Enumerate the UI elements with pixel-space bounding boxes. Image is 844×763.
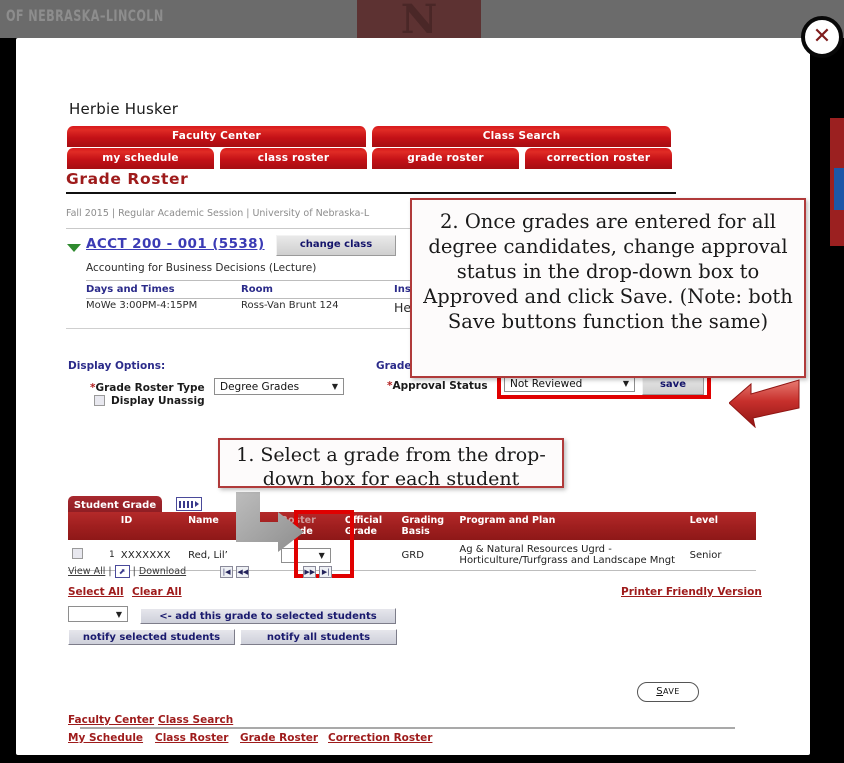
tab-faculty-center[interactable]: Faculty Center: [66, 126, 367, 147]
close-x-glyph: ✕: [812, 24, 832, 49]
clear-all-link[interactable]: Clear All: [132, 586, 182, 598]
col-room: Room: [241, 284, 273, 295]
row-select-checkbox[interactable]: [72, 548, 83, 559]
grid-view-icon[interactable]: [176, 497, 202, 511]
grade-roster-type-label-text: Grade Roster Type: [95, 382, 205, 394]
first-page-icon[interactable]: |◀: [220, 565, 234, 578]
value-days-and-times: MoWe 3:00PM-4:15PM: [86, 300, 198, 311]
last-page-icon[interactable]: ▶|: [319, 565, 333, 578]
pager-sep-1: |: [108, 566, 112, 577]
table-header-row: ID Name Roster Grade Official Grade Grad…: [68, 512, 756, 540]
tab-my-schedule[interactable]: my schedule: [66, 148, 215, 169]
save-rest: AVE: [663, 687, 680, 696]
chevron-down-icon: ▼: [331, 382, 339, 391]
background-right-blue-strip: [834, 168, 844, 210]
row-level: Senior: [685, 540, 756, 571]
footer-link-correction-roster[interactable]: Correction Roster: [328, 732, 432, 744]
tab-class-search[interactable]: Class Search: [371, 126, 672, 147]
save-accesskey: S: [656, 686, 664, 697]
nebraska-n-logo: N: [357, 0, 481, 43]
row-program-and-plan: Ag & Natural Resources Ugrd - Horticultu…: [455, 540, 686, 571]
grade-roster-type-value: Degree Grades: [220, 380, 300, 393]
breadcrumb: Fall 2015 | Regular Academic Session | U…: [66, 208, 370, 219]
download-link[interactable]: Download: [139, 566, 186, 577]
close-icon[interactable]: ✕: [801, 16, 843, 58]
class-link[interactable]: ACCT 200 - 001 (5538): [86, 236, 265, 252]
modal-content: Herbie Husker Faculty Center Class Searc…: [36, 60, 806, 750]
next-page-icon[interactable]: ▶▶: [303, 565, 317, 578]
footer-link-grade-roster[interactable]: Grade Roster: [240, 732, 318, 744]
value-room: Ross-Van Brunt 124: [241, 300, 339, 311]
grade-roster-type-select[interactable]: Degree Grades ▼: [214, 378, 344, 395]
notify-all-students-button[interactable]: notify all students: [240, 629, 397, 645]
col-id: ID: [116, 512, 185, 540]
tab-grade-roster[interactable]: grade roster: [371, 148, 520, 169]
view-all-link[interactable]: View All: [68, 566, 105, 577]
tab-correction-roster[interactable]: correction roster: [524, 148, 673, 169]
pager-sep-2: |: [132, 566, 136, 577]
red-arrow-icon: [729, 379, 800, 428]
save-button[interactable]: SAVE: [637, 682, 699, 702]
approval-status-label-text: Approval Status: [392, 380, 488, 392]
class-description: Accounting for Business Decisions (Lectu…: [86, 262, 317, 274]
display-unassigned-checkbox[interactable]: [94, 395, 105, 406]
title-divider: [66, 192, 676, 194]
value-instructor: He: [394, 300, 412, 315]
lightbox-modal: Herbie Husker Faculty Center Class Searc…: [16, 38, 810, 755]
col-level: Level: [685, 512, 756, 540]
printer-friendly-link[interactable]: Printer Friendly Version: [621, 586, 762, 598]
primary-tab-bar: Faculty Center Class Search: [66, 126, 676, 147]
footer-link-class-roster[interactable]: Class Roster: [155, 732, 228, 744]
prev-page-icon[interactable]: ◀◀: [236, 565, 250, 578]
select-all-link[interactable]: Select All: [68, 586, 124, 598]
approval-status-label: *Approval Status: [387, 380, 488, 392]
bulk-grade-select[interactable]: ▼: [68, 606, 128, 622]
footer-link-faculty-center[interactable]: Faculty Center: [68, 714, 154, 726]
pager-row: View All | ⬈ | Download |◀ ◀◀ ▶▶ ▶|: [68, 565, 408, 581]
display-unassigned-label: Display Unassig: [111, 395, 205, 407]
footer-link-class-search[interactable]: Class Search: [158, 714, 233, 726]
col-program-and-plan: Program and Plan: [455, 512, 686, 540]
col-grading-basis-line2: Basis: [401, 526, 430, 537]
footer-divider: [80, 727, 735, 729]
add-grade-to-selected-button[interactable]: <- add this grade to selected students: [140, 608, 396, 624]
page-title: Grade Roster: [66, 170, 189, 188]
display-options-heading: Display Options:: [68, 360, 166, 372]
program-line-2: Horticulture/Turfgrass and Landscape Mng…: [459, 555, 676, 566]
callout-step-1: 1. Select a grade from the drop-down box…: [218, 438, 564, 490]
footer-link-my-schedule[interactable]: My Schedule: [68, 732, 143, 744]
program-line-1: Ag & Natural Resources Ugrd -: [459, 544, 612, 555]
col-rownum: [95, 512, 117, 540]
user-name: Herbie Husker: [69, 100, 179, 118]
col-grading-basis-line1: Grading: [401, 515, 445, 526]
background-banner: OF NEBRASKA–LINCOLN N: [0, 0, 844, 43]
col-days-and-times: Days and Times: [86, 284, 175, 295]
col-grading-basis: Grading Basis: [397, 512, 456, 540]
logo-letter: N: [400, 0, 438, 43]
university-wordmark: OF NEBRASKA–LINCOLN: [6, 6, 164, 25]
chevron-down-icon: ▼: [115, 609, 123, 619]
grade-roster-table: ID Name Roster Grade Official Grade Grad…: [68, 512, 756, 571]
col-checkbox: [68, 512, 96, 540]
secondary-tab-bar: my schedule class roster grade roster co…: [66, 148, 676, 169]
change-class-button[interactable]: change class: [276, 235, 396, 256]
grade-roster-type-label: *Grade Roster Type: [90, 382, 205, 394]
notify-selected-students-button[interactable]: notify selected students: [68, 629, 235, 645]
triangle-down-icon[interactable]: [67, 244, 81, 252]
popout-icon[interactable]: ⬈: [114, 565, 130, 578]
callout-step-2: 2. Once grades are entered for all degre…: [410, 198, 806, 378]
tab-class-roster[interactable]: class roster: [219, 148, 368, 169]
grey-arrow-icon: [236, 492, 304, 552]
